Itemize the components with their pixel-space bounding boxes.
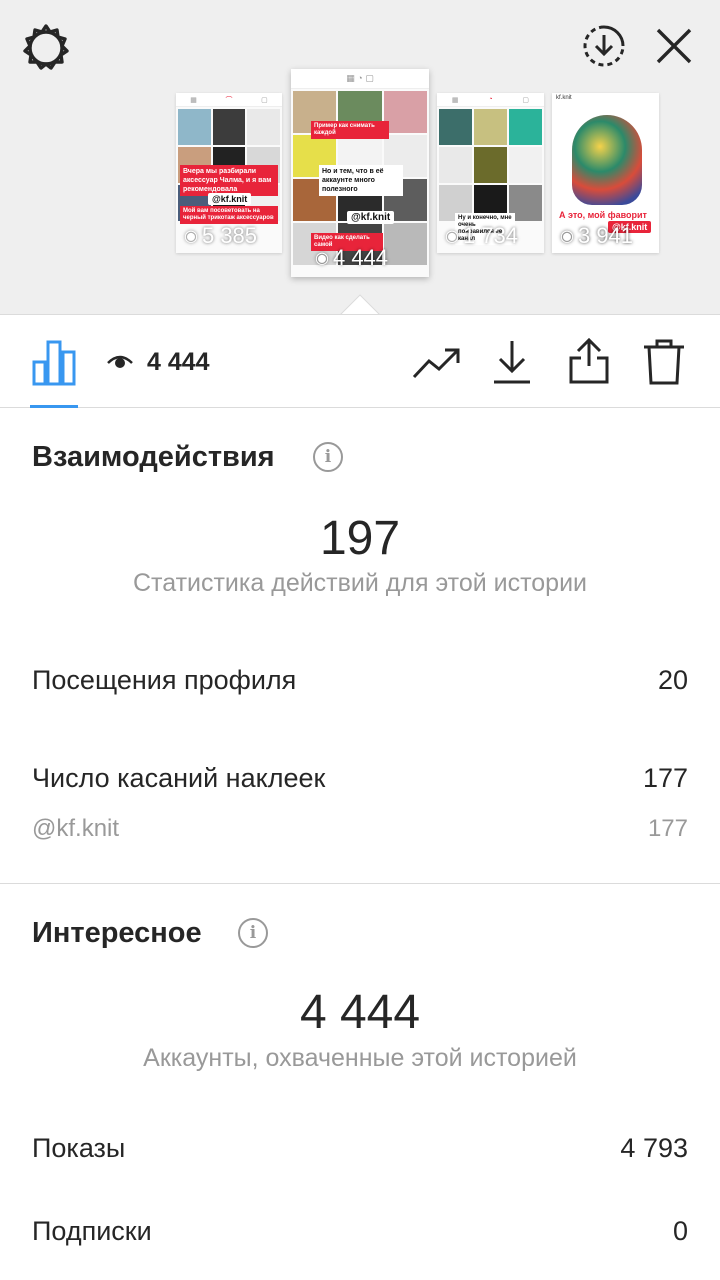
section-divider — [0, 883, 720, 884]
story-views: ◉ 1 734 — [445, 223, 519, 248]
story-caption-secondary: Мой вам посоветовать на черный трикотаж … — [180, 206, 278, 224]
story-top-caption: Пример как снимать каждой — [311, 121, 389, 139]
profile-visits-label: Посещения профиля — [32, 665, 297, 695]
story-views: ◉ 5 385 — [184, 223, 258, 248]
profile-visits-value: 20 — [657, 665, 688, 695]
story-account-header: kf.knit — [556, 95, 572, 101]
mention-sticker-value: 177 — [647, 815, 688, 842]
story-thumbnail-3[interactable]: ▦ ◔ ▢ Ну и конечно, мне очень понравился… — [437, 93, 544, 253]
impressions-label: Показы — [32, 1133, 126, 1163]
mention-sticker-label: @kf.knit — [32, 815, 120, 842]
info-icon[interactable]: i — [238, 918, 268, 948]
story-grid-icons: ▦ ⌒ ▢ — [176, 93, 282, 107]
interactions-total: 197 — [319, 512, 401, 565]
discovery-title: Интересное — [32, 917, 202, 949]
interactions-caption: Статистика действий для этой истории — [132, 569, 588, 597]
story-mention-tag: @kf.knit — [347, 211, 395, 224]
story-views: ◉ 4 444 — [315, 245, 389, 270]
close-icon[interactable] — [652, 24, 696, 68]
sticker-taps-label: Число касаний наклеек — [32, 763, 326, 793]
story-thumbnail-2-selected[interactable]: ▦ ◔ ▢ Пример как снимать каждой Но и тем… — [291, 69, 429, 277]
story-thumbnail-1[interactable]: ▦ ⌒ ▢ Вчера мы разбирали аксессуар Чалма… — [176, 93, 282, 253]
trend-icon[interactable] — [410, 341, 462, 385]
eye-icon: ◉ — [184, 228, 198, 245]
eye-icon: ◉ — [315, 250, 329, 267]
story-carousel-area: ▦ ⌒ ▢ Вчера мы разбирали аксессуар Чалма… — [0, 0, 720, 314]
trash-icon[interactable] — [640, 337, 688, 387]
info-icon[interactable]: i — [313, 442, 343, 472]
eye-icon: ◉ — [560, 228, 574, 245]
eye-icon — [106, 349, 134, 373]
active-tab-indicator — [30, 405, 78, 408]
bar-chart-icon[interactable] — [30, 337, 78, 387]
follows-label: Подписки — [32, 1216, 152, 1246]
story-caption: Но и тем, что в её аккаунте много полезн… — [319, 165, 403, 196]
interactions-title: Взаимодействия — [32, 441, 275, 473]
gear-icon[interactable] — [20, 22, 72, 74]
story-caption: Вчера мы разбирали аксессуар Чалма, и я … — [180, 165, 278, 196]
story-image-grid — [437, 107, 544, 223]
sticker-taps-value: 177 — [642, 763, 688, 793]
story-views: ◉ 3 941 — [560, 223, 634, 248]
insights-toolbar: 4 444 — [0, 315, 720, 408]
story-grid-icons: ▦ ◔ ▢ — [291, 69, 429, 89]
story-mention-tag: @kf.knit — [208, 193, 252, 205]
discovery-caption: Аккаунты, охваченные этой историей — [143, 1044, 577, 1072]
story-grid-icons: ▦ ◔ ▢ — [437, 93, 544, 107]
discovery-total: 4 444 — [299, 986, 421, 1039]
views-count: 4 444 — [147, 348, 210, 376]
insights-panel: 4 444 Взаимодействия i 197 Статистика де… — [0, 314, 720, 1280]
impressions-value: 4 793 — [620, 1133, 688, 1163]
story-thumbnail-4[interactable]: kf.knit А это, мой фаворит @kf.knit ◉ 3 9… — [552, 93, 659, 253]
selected-story-pointer — [340, 294, 380, 316]
story-turban-image — [572, 115, 642, 205]
eye-icon: ◉ — [445, 228, 459, 245]
follows-value: 0 — [672, 1216, 688, 1246]
download-icon[interactable] — [490, 337, 534, 387]
download-circle-icon[interactable] — [580, 22, 628, 70]
share-icon[interactable] — [566, 335, 612, 387]
